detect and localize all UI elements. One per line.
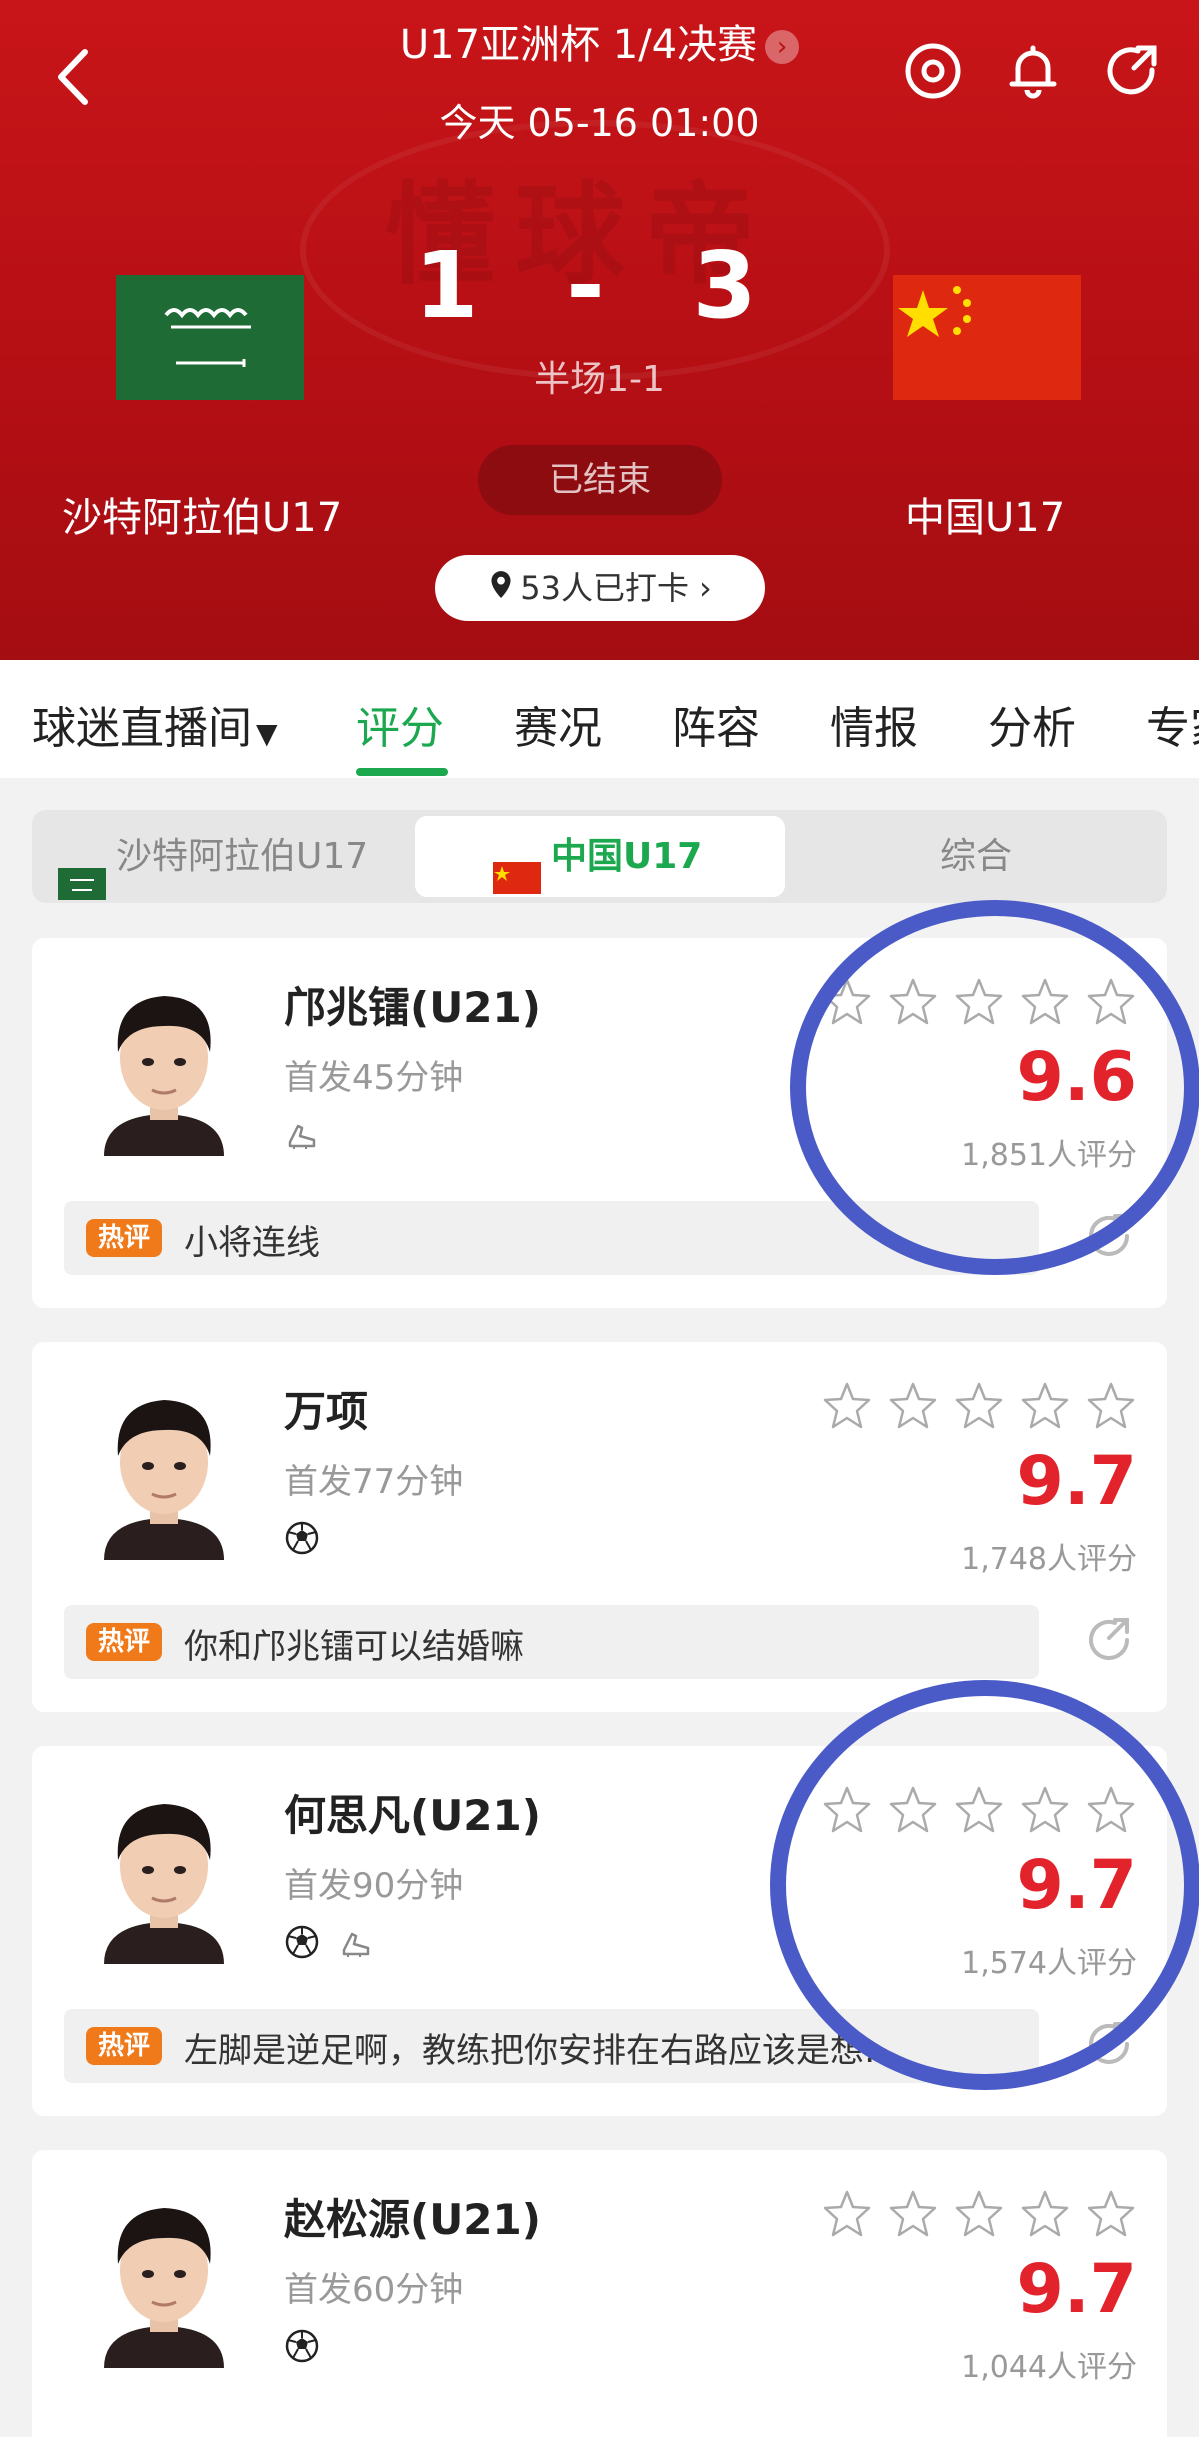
hot-comment-text: 你和邝兆镭可以结婚嘛 [184,1627,524,1667]
team-switch-label: 中国U17 [551,836,703,877]
hot-comment-text: 小将连线 [184,1223,320,1263]
team-switch: 沙特阿拉伯U17 中国U17 综合 [32,810,1167,903]
active-tab-indicator [356,768,448,776]
player-minutes: 首发90分钟 [284,1866,464,1906]
china-flag-icon [493,842,541,894]
tab-experts[interactable]: 专家 [1146,692,1199,756]
star-rating-input[interactable] [821,1784,1137,1840]
player-rating-card[interactable]: 何思凡(U21) 首发90分钟 9.7 1,574人评分热评 左脚是逆足啊，教练把你安排… [32,1746,1167,2116]
player-rating: 9.7 [1016,1846,1137,1925]
star-icon[interactable] [953,1784,1005,1840]
star-icon[interactable] [887,1784,939,1840]
star-icon[interactable] [1019,976,1071,1032]
star-icon[interactable] [821,976,873,1032]
star-icon[interactable] [1085,2188,1137,2244]
chevron-right-icon: › [765,30,800,64]
halftime-score: 半场1-1 [534,359,665,400]
tab-intel[interactable]: 情报 [830,692,918,756]
bell-icon[interactable] [1002,40,1064,102]
star-icon[interactable] [1085,1380,1137,1436]
player-rating-card[interactable]: 邝兆镭(U21) 首发45分钟 9.6 1,851人评分热评 小将连线 [32,938,1167,1308]
player-rating-card[interactable]: 万项首发77分钟 9.7 1,748人评分热评 你和邝兆镭可以结婚嘛 [32,1342,1167,1712]
hot-comment[interactable]: 热评 你和邝兆镭可以结婚嘛 [64,1605,1039,1679]
star-icon[interactable] [821,1784,873,1840]
star-icon[interactable] [1085,976,1137,1032]
player-avatar[interactable] [84,966,244,1156]
star-icon[interactable] [887,1380,939,1436]
home-team-name[interactable]: 沙特阿拉伯U17 [62,485,342,543]
rating-count: 1,851人评分 [961,1138,1137,1173]
ball-icon [284,1520,320,1560]
star-rating-input[interactable] [821,1380,1137,1436]
star-icon[interactable] [1019,2188,1071,2244]
target-icon[interactable] [902,40,964,102]
rating-count: 1,044人评分 [961,2350,1137,2385]
share-icon[interactable] [1081,1208,1137,1264]
star-icon[interactable] [821,2188,873,2244]
tab-fan-live[interactable]: 球迷直播间 ▼ [32,692,278,756]
match-title-text: U17亚洲杯 1/4决赛 [399,22,758,68]
player-rating: 9.7 [1016,1442,1137,1521]
player-rating-card[interactable]: 赵松源(U21) 首发60分钟 9.7 1,044人评分 [32,2150,1167,2437]
player-name: 何思凡(U21) [284,1791,541,1840]
tab-ratings[interactable]: 评分 [356,692,444,756]
player-avatar[interactable] [84,1370,244,1560]
checkin-button[interactable]: 53人已打卡 › [435,555,765,621]
team-switch-away[interactable]: 中国U17 [415,816,785,897]
hot-comment-badge: 热评 [86,2027,162,2065]
share-icon[interactable] [1081,1612,1137,1668]
tab-analysis[interactable]: 分析 [988,692,1076,756]
star-rating-input[interactable] [821,976,1137,1032]
ball-icon [284,2328,320,2368]
hot-comment-badge: 热评 [86,1219,162,1257]
hot-comment[interactable]: 热评 左脚是逆足啊，教练把你安排在右路应该是想… [64,2009,1039,2083]
star-icon[interactable] [821,1380,873,1436]
rating-count: 1,574人评分 [961,1946,1137,1981]
chevron-right-icon: › [698,569,712,607]
tab-lineup[interactable]: 阵容 [672,692,760,756]
player-minutes: 首发77分钟 [284,1462,464,1502]
tab-bar: 球迷直播间▼ 评分 赛况 阵容 情报 分析 专家 [0,660,1199,778]
team-switch-label: 沙特阿拉伯U17 [116,836,369,877]
share-icon[interactable] [1081,2016,1137,2072]
share-icon[interactable] [1102,40,1164,102]
hot-comment[interactable]: 热评 小将连线 [64,1201,1039,1275]
hot-comment-text: 左脚是逆足啊，教练把你安排在右路应该是想… [184,2031,898,2071]
match-header: 懂球帝 U17亚洲杯 1/4决赛 › 今天 05-16 01:00 1 - 3 … [0,0,1199,660]
tab-match-events[interactable]: 赛况 [514,692,602,756]
team-switch-home[interactable]: 沙特阿拉伯U17 [58,810,368,903]
location-pin-icon [488,557,514,623]
player-rating: 9.6 [1016,1038,1137,1117]
saudi-flag-icon [58,842,106,900]
player-avatar[interactable] [84,2178,244,2368]
star-icon[interactable] [953,1380,1005,1436]
star-icon[interactable] [887,2188,939,2244]
rating-count: 1,748人评分 [961,1542,1137,1577]
player-rating: 9.7 [1016,2250,1137,2329]
star-icon[interactable] [1019,1380,1071,1436]
boot-icon [284,1116,320,1156]
away-team-name[interactable]: 中国U17 [905,485,1065,543]
caret-down-icon: ▼ [256,717,278,750]
match-status-badge: 已结束 [478,445,722,515]
checkin-label: 53人已打卡 [520,569,689,607]
player-name: 邝兆镭(U21) [284,983,541,1032]
player-name: 万项 [284,1387,369,1436]
player-name: 赵松源(U21) [284,2195,541,2244]
player-minutes: 首发60分钟 [284,2270,464,2310]
boot-icon [338,1924,374,1964]
player-avatar[interactable] [84,1774,244,1964]
star-rating-input[interactable] [821,2188,1137,2244]
star-icon[interactable] [953,2188,1005,2244]
star-icon[interactable] [1019,1784,1071,1840]
player-minutes: 首发45分钟 [284,1058,464,1098]
tab-label: 球迷直播间 [32,703,252,754]
star-icon[interactable] [953,976,1005,1032]
star-icon[interactable] [1085,1784,1137,1840]
star-icon[interactable] [887,976,939,1032]
hot-comment-badge: 热评 [86,1623,162,1661]
score: 1 - 3 [414,232,785,339]
ball-icon [284,1924,320,1964]
team-switch-overall[interactable]: 综合 [940,810,1012,903]
